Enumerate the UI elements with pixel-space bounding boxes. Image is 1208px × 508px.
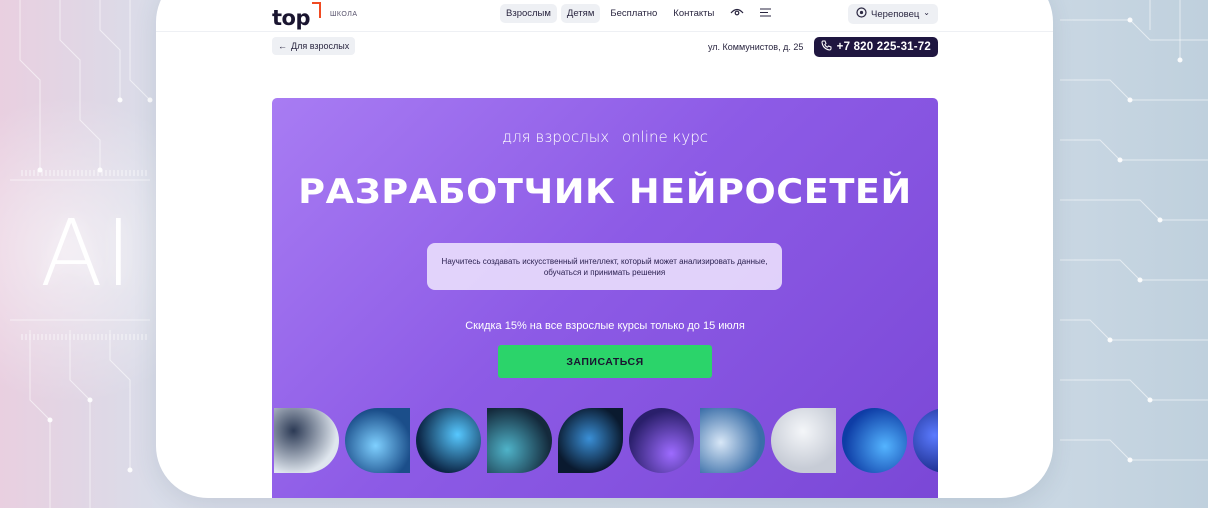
robot-arm-photo: [771, 408, 836, 473]
main-nav: Взрослым Детям Бесплатно Контакты: [500, 4, 777, 23]
browser-page-card: top ШКОЛА Взрослым Детям Бесплатно Конта…: [156, 0, 1053, 498]
nav-item-kids[interactable]: Детям: [560, 4, 601, 23]
hero-tags: для взрослых online курс: [272, 128, 938, 146]
tag-for-adults: для взрослых: [501, 128, 610, 146]
site-header: top ШКОЛА Взрослым Детям Бесплатно Конта…: [272, 0, 938, 30]
chevron-down-icon: ⌄: [923, 7, 930, 17]
hero-banner: для взрослых online курс РАЗРАБОТЧИК НЕЙ…: [272, 98, 938, 498]
blue-wave-photo: [842, 408, 907, 473]
phone-button[interactable]: +7 820 225-31-72: [813, 37, 938, 57]
engineer-glasses-photo: [700, 408, 765, 473]
back-label: Для взрослых: [291, 41, 350, 51]
coder-hoodie-photo: [487, 408, 552, 473]
photo-gallery: [274, 408, 938, 474]
page-content: top ШКОЛА Взрослым Детям Бесплатно Конта…: [156, 0, 1053, 498]
city-label: Череповец: [871, 8, 920, 20]
address-text: ул. Коммунистов, д. 25: [708, 42, 804, 52]
hero-title: РАЗРАБОТЧИК НЕЙРОСЕТЕЙ: [298, 172, 912, 212]
nav-item-free[interactable]: Бесплатно: [604, 4, 663, 23]
eye-icon[interactable]: [724, 7, 750, 20]
cyber-lines-photo: [913, 408, 938, 473]
nav-item-adults[interactable]: Взрослым: [500, 4, 557, 23]
nav-item-contacts[interactable]: Контакты: [667, 4, 720, 23]
phone-number: +7 820 225-31-72: [836, 41, 931, 53]
dashboard-laptop-photo: [345, 408, 410, 473]
tag-online-course: online курс: [621, 128, 709, 146]
site-logo[interactable]: top ШКОЛА: [272, 2, 358, 30]
signup-button[interactable]: ЗАПИСАТЬСЯ: [498, 345, 712, 378]
header-divider: [156, 31, 1053, 32]
hero-description: Научитесь создавать искусственный интелл…: [427, 243, 782, 290]
arrow-left-icon: ←: [278, 41, 287, 51]
brain-network-photo: [558, 408, 623, 473]
promo-text: Скидка 15% на все взрослые курсы только …: [465, 320, 745, 332]
robot-hand-photo: [629, 408, 694, 473]
back-button[interactable]: ← Для взрослых: [272, 37, 356, 55]
phone-icon: [821, 40, 832, 54]
location-pin-icon: [856, 6, 867, 22]
ai-background-label: AI: [40, 200, 135, 307]
logo-subtitle: ШКОЛА: [330, 11, 358, 18]
neural-grid-photo: [416, 408, 481, 473]
logo-word: top: [272, 6, 311, 30]
hamburger-menu-icon[interactable]: [754, 7, 777, 20]
logo-corner-mark: [312, 2, 321, 18]
city-selector[interactable]: Череповец ⌄: [848, 4, 938, 24]
developer-monitors-photo: [274, 408, 339, 473]
